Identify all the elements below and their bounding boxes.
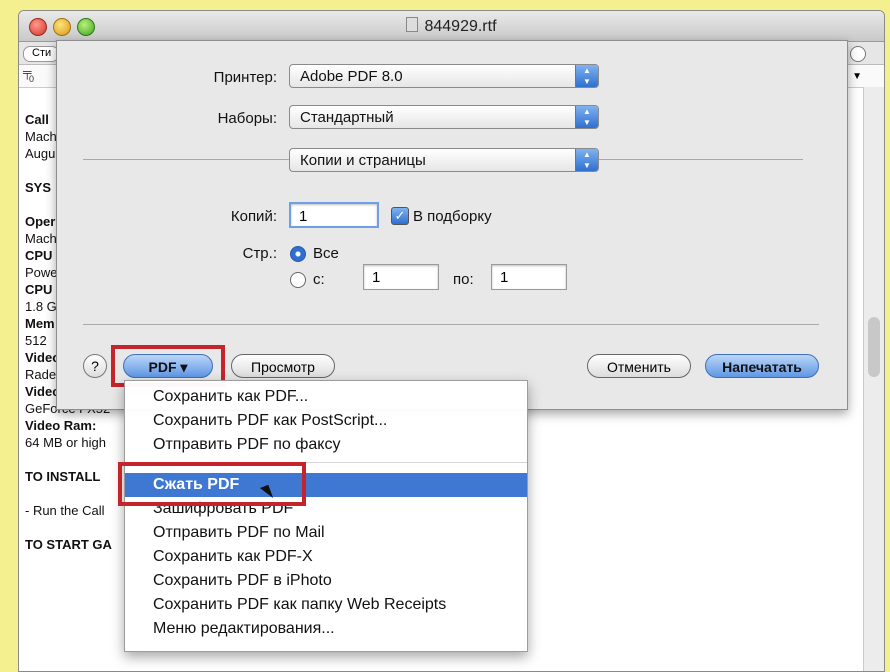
copies-field[interactable]: 1 xyxy=(289,202,379,228)
preview-button[interactable]: Просмотр xyxy=(231,354,335,378)
pages-label: Стр.: xyxy=(242,245,277,262)
help-button[interactable]: ? xyxy=(83,354,107,378)
updown-arrows-icon: ▲ ▼ xyxy=(575,149,598,171)
menu-item-save-web-receipts[interactable]: Сохранить PDF как папку Web Receipts xyxy=(125,593,527,617)
pages-all-radio[interactable] xyxy=(290,246,306,262)
compress-annotation-box xyxy=(118,462,306,506)
presets-popup[interactable]: Стандартный ▲ ▼ xyxy=(289,105,599,129)
menu-item-save-pdf-to-iphoto[interactable]: Сохранить PDF в iPhoto xyxy=(125,569,527,593)
menu-item-save-as-pdf-x[interactable]: Сохранить как PDF-X xyxy=(125,545,527,569)
collate-label: В подборку xyxy=(413,208,492,225)
menu-item-mail-pdf[interactable]: Отправить PDF по Mail xyxy=(125,521,527,545)
presets-label: Наборы: xyxy=(217,110,277,127)
section-value: Копии и страницы xyxy=(300,152,426,169)
print-button[interactable]: Напечатать xyxy=(705,354,819,378)
pages-to-field[interactable]: 1 xyxy=(491,264,567,290)
section-popup[interactable]: Копии и страницы ▲ ▼ xyxy=(289,148,599,172)
printer-popup[interactable]: Adobe PDF 8.0 ▲ ▼ xyxy=(289,64,599,88)
vertical-scrollbar[interactable] xyxy=(863,87,884,671)
updown-arrows-icon: ▲ ▼ xyxy=(575,106,598,128)
menu-item-save-pdf-as-postscript[interactable]: Сохранить PDF как PostScript... xyxy=(125,409,527,433)
menu-item-save-as-pdf[interactable]: Сохранить как PDF... xyxy=(125,385,527,409)
window-title-text: 844929.rtf xyxy=(424,18,497,35)
window-title: 844929.rtf xyxy=(19,17,884,36)
pages-to-label: по: xyxy=(453,271,474,288)
collate-checkbox[interactable]: ✓ xyxy=(391,207,409,225)
divider xyxy=(83,324,819,325)
updown-arrows-icon: ▲ ▼ xyxy=(575,65,598,87)
right-margin-marker-icon[interactable]: ▼ xyxy=(852,71,862,82)
printer-label: Принтер: xyxy=(213,69,277,86)
ruler-zero-label: 0 xyxy=(29,74,35,84)
printer-value: Adobe PDF 8.0 xyxy=(300,68,403,85)
scroll-thumb[interactable] xyxy=(868,317,880,377)
menu-item-fax-pdf[interactable]: Отправить PDF по факсу xyxy=(125,433,527,457)
title-bar[interactable]: 844929.rtf xyxy=(19,11,884,42)
print-dialog: Принтер: Adobe PDF 8.0 ▲ ▼ Наборы: Станда… xyxy=(56,40,848,410)
menu-item-edit-menu[interactable]: Меню редактирования... xyxy=(125,617,527,641)
copies-label: Копий: xyxy=(230,208,277,225)
pdf-menu: Сохранить как PDF... Сохранить PDF как P… xyxy=(124,380,528,652)
pages-from-label: с: xyxy=(313,271,325,288)
presets-value: Стандартный xyxy=(300,109,394,126)
pages-range-radio[interactable] xyxy=(290,272,306,288)
pages-all-label: Все xyxy=(313,245,339,262)
document-icon xyxy=(406,17,419,32)
style-popup[interactable]: Сти xyxy=(23,46,59,62)
spacing-control-icon[interactable] xyxy=(850,46,866,62)
pages-from-field[interactable]: 1 xyxy=(363,264,439,290)
cancel-button[interactable]: Отменить xyxy=(587,354,691,378)
